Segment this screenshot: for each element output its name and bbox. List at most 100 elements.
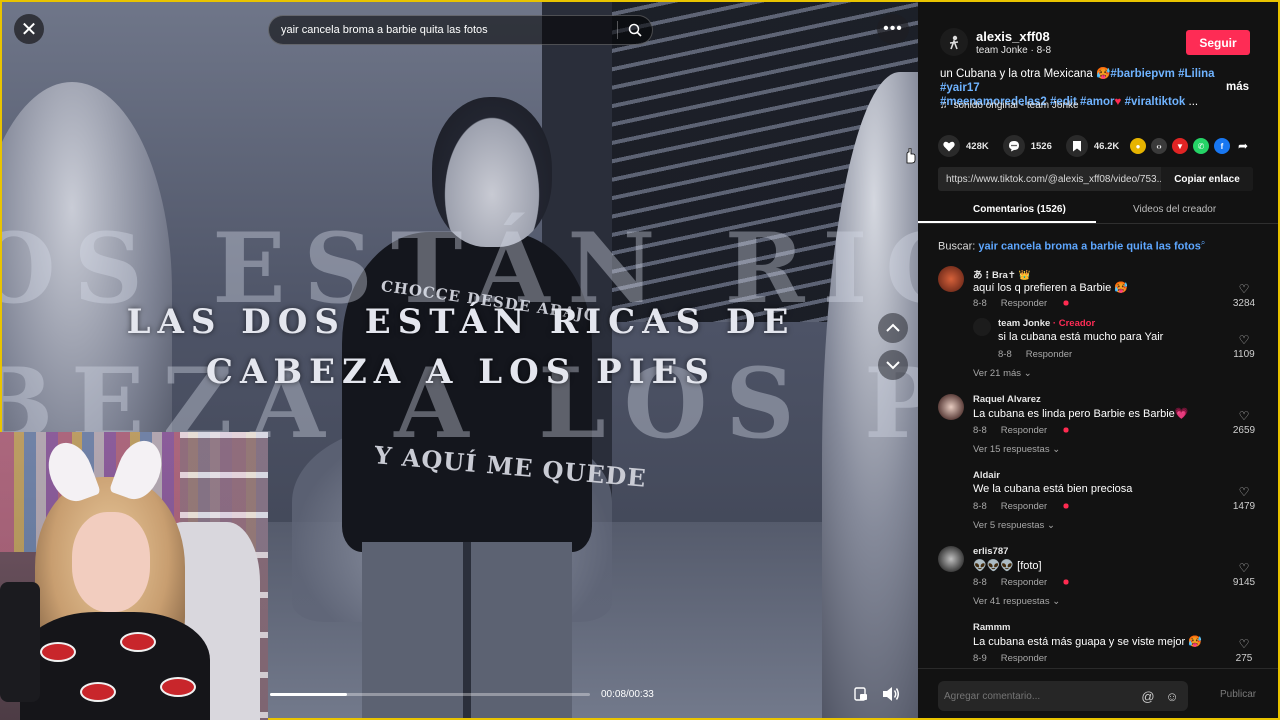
chevron-down-icon: ⌄ — [1023, 368, 1032, 379]
sound-label: sonido original - team Jonke — [953, 100, 1079, 111]
comment-input-box[interactable]: @ ☺ — [938, 681, 1188, 711]
tab-comments[interactable]: Comentarios (1526) — [973, 204, 1066, 215]
share-more-button[interactable]: ➦ — [1235, 138, 1251, 154]
description-text: un Cubana y la otra Mexicana 🥵 — [940, 68, 1111, 80]
description-more-button[interactable]: más — [1226, 81, 1249, 93]
view-more-replies-button[interactable]: Ver 5 respuestas ⌄ — [973, 520, 1055, 531]
comment-date: 8-8 — [973, 501, 987, 512]
hashtag-link[interactable]: #viraltiktok — [1125, 96, 1186, 108]
like-count: 428K — [966, 140, 989, 152]
heart-icon — [943, 141, 955, 151]
comment-date: 8-8 — [973, 425, 987, 436]
search-bar[interactable] — [268, 15, 653, 45]
share-telegram-button[interactable]: ▼ — [1172, 138, 1188, 154]
sweater-cloud-pattern — [40, 642, 76, 662]
picture-in-picture-icon — [854, 687, 867, 701]
comment-like-button[interactable]: ♡ 275 — [1230, 637, 1258, 664]
picture-in-picture-button[interactable] — [853, 686, 871, 704]
comment-meta: 8-8 Responder — [973, 501, 1072, 512]
whatsapp-icon: ✆ — [1197, 141, 1205, 151]
comment-reply-button[interactable]: Responder — [1001, 425, 1047, 436]
related-search-query[interactable]: yair cancela broma a barbie quita las fo… — [978, 241, 1201, 253]
emoji-button[interactable]: ☺ — [1164, 688, 1180, 704]
search-input[interactable] — [281, 24, 617, 36]
comment-reply-button[interactable]: Responder — [1001, 501, 1047, 512]
comment-reply-button[interactable]: Responder — [1001, 577, 1047, 588]
copy-link-button[interactable]: Copiar enlace — [1161, 167, 1253, 191]
save-button[interactable]: 46.2K — [1065, 135, 1119, 157]
webcam-streamer-face — [72, 512, 150, 612]
follow-button[interactable]: Seguir — [1186, 30, 1250, 55]
mention-button[interactable]: @ — [1140, 688, 1156, 704]
view-more-replies-button[interactable]: Ver 21 más ⌄ — [973, 368, 1032, 379]
reply-like-button[interactable]: ♡ 1109 — [1230, 333, 1258, 360]
author-username[interactable]: alexis_xff08 — [976, 29, 1050, 44]
bookmark-icon — [1072, 141, 1081, 152]
reply-like-count: 1109 — [1233, 349, 1255, 360]
comment-text: We la cubana está bien preciosa — [973, 483, 1133, 495]
share-coin-button[interactable]: ● — [1130, 138, 1146, 154]
embed-button[interactable]: ‹› — [1151, 138, 1167, 154]
view-more-replies-button[interactable]: Ver 15 respuestas ⌄ — [973, 444, 1060, 455]
close-button[interactable]: ✕ — [14, 14, 44, 44]
chevron-up-icon — [886, 323, 900, 332]
search-icon — [628, 23, 642, 37]
comment-like-button[interactable]: ♡ 1479 — [1230, 485, 1258, 512]
reply-avatar[interactable] — [973, 318, 991, 336]
comment-like-button[interactable]: ♡ 3284 — [1230, 282, 1258, 309]
related-search-hint[interactable]: Buscar: yair cancela broma a barbie quit… — [938, 238, 1205, 253]
comment-avatar[interactable] — [938, 546, 964, 572]
hashtag-link[interactable]: #barbiepvm — [1110, 68, 1175, 80]
previous-video-button[interactable] — [878, 313, 908, 343]
comment-reaction-icon — [1061, 502, 1072, 511]
comment-avatar[interactable] — [938, 266, 964, 292]
view-more-replies-button[interactable]: Ver 41 respuestas ⌄ — [973, 596, 1060, 607]
comment-author[interactable]: あ⋮Bra✝ 👑 — [973, 267, 1030, 281]
heart-outline-icon: ♡ — [1238, 637, 1250, 651]
comment-reply-button[interactable]: Responder — [1001, 653, 1047, 664]
comment-author[interactable]: Rammm — [973, 622, 1011, 633]
comment-list[interactable]: あ⋮Bra✝ 👑 aquí los q prefieren a Barbie 🥵… — [918, 264, 1278, 666]
hashtag-link[interactable]: #yair17 — [940, 82, 980, 94]
comment-author[interactable]: erlis787 — [973, 546, 1008, 557]
emoji-smile-icon: ☺ — [1165, 688, 1179, 704]
comment-text: 👽👽👽 [foto] — [973, 560, 1042, 572]
author-avatar[interactable] — [940, 28, 968, 56]
description-ellipsis: ... — [1188, 96, 1199, 108]
video-progress-bar[interactable] — [270, 693, 590, 696]
hashtag-link[interactable]: #Lilina — [1178, 68, 1214, 80]
heart-outline-icon: ♡ — [1238, 561, 1250, 575]
webcam-streamer-sweater — [20, 612, 210, 720]
share-whatsapp-button[interactable]: ✆ — [1193, 138, 1209, 154]
related-search-prefix: Buscar: — [938, 240, 976, 253]
send-arrow-icon: ▼ — [1176, 141, 1184, 151]
next-video-button[interactable] — [878, 350, 908, 380]
reply-reply-button[interactable]: Responder — [1026, 349, 1072, 360]
comment-like-button[interactable]: ♡ 2659 — [1230, 409, 1258, 436]
comment-reply-button[interactable]: Responder — [1001, 298, 1047, 309]
mouse-cursor-icon — [906, 148, 916, 164]
comment-button[interactable]: 1526 — [1002, 135, 1052, 157]
sound-link[interactable]: ♫ sonido original - team Jonke — [940, 100, 1079, 111]
search-button[interactable] — [618, 16, 652, 44]
tab-creator-videos[interactable]: Videos del creador — [1133, 204, 1216, 215]
comment-input[interactable] — [944, 690, 1140, 702]
comment-like-count: 9145 — [1232, 577, 1256, 588]
publish-comment-button[interactable]: Publicar — [1220, 689, 1256, 700]
video-caption-line-2: CABEZA A LOS PIES — [205, 352, 717, 392]
comment-author[interactable]: Raquel Alvarez — [973, 394, 1041, 405]
reply-date: 8-8 — [998, 349, 1012, 360]
comment-meta: 8-9 Responder — [973, 653, 1047, 664]
comment-avatar[interactable] — [938, 394, 964, 420]
at-sign-icon: @ — [1141, 688, 1155, 704]
comment-like-button[interactable]: ♡ 9145 — [1230, 561, 1258, 588]
like-button[interactable]: 428K — [938, 135, 989, 157]
more-options-button[interactable]: ••• — [877, 14, 909, 44]
volume-button[interactable] — [882, 686, 902, 704]
share-options: ● ‹› ▼ ✆ f ➦ — [1130, 138, 1251, 154]
comment-author[interactable]: Aldair — [973, 470, 1000, 481]
hashtag-link[interactable]: #amor — [1080, 96, 1115, 108]
share-facebook-button[interactable]: f — [1214, 138, 1230, 154]
comment-like-count: 1479 — [1232, 501, 1256, 512]
video-link-field[interactable]: https://www.tiktok.com/@alexis_xff08/vid… — [938, 167, 1253, 191]
